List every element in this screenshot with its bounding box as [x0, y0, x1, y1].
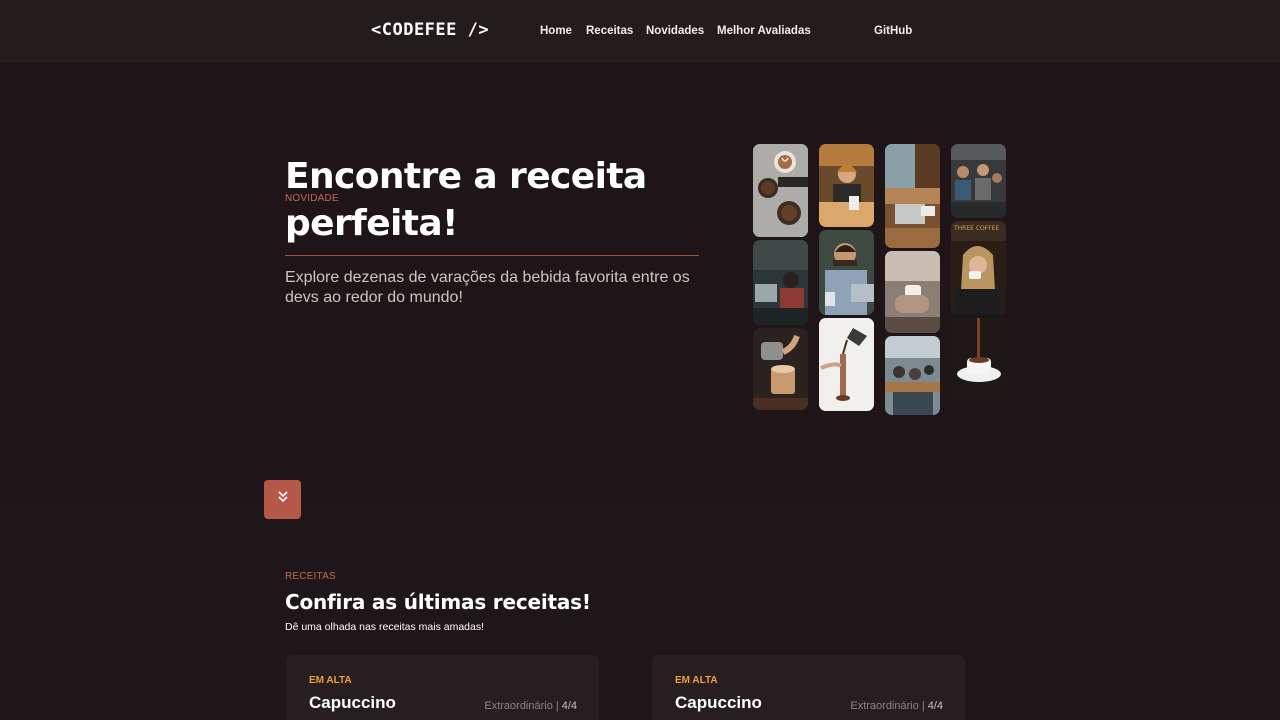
svg-text:THREE COFFEE: THREE COFFEE	[953, 225, 999, 232]
nav-top-rated-link[interactable]: Melhor Avaliadas	[717, 25, 811, 37]
photo-cafe-window-laptop	[885, 144, 940, 248]
nav-recipes-link[interactable]: Receitas	[586, 25, 633, 37]
photo-people-at-laptops	[753, 240, 808, 325]
photo-barista-pouring-milk	[753, 328, 808, 410]
recipes-eyebrow: RECEITAS	[285, 571, 336, 582]
recipe-rating: Extraordinário | 4/4	[484, 700, 577, 712]
rating-label: Extraordinário	[484, 700, 553, 712]
recipe-name: Capuccino	[675, 693, 762, 712]
nav-home-link[interactable]: Home	[540, 25, 572, 37]
photo-cup-being-poured	[951, 318, 1006, 401]
hero-subtitle: Explore dezenas de varações da bebida fa…	[285, 269, 690, 306]
recipe-name: Capuccino	[309, 693, 396, 712]
recipe-card[interactable]: EM ALTA Capuccino Extraordinário | 4/4	[652, 655, 965, 720]
photo-woman-drinking-coffee: THREE COFFEE	[951, 221, 1006, 315]
rating-separator: |	[921, 700, 925, 712]
recipes-title: Confira as últimas receitas!	[285, 590, 591, 614]
brand-logo[interactable]: <CODEFEE />	[371, 20, 489, 40]
rating-score: 4/4	[561, 700, 577, 712]
chevrons-down-icon	[277, 490, 289, 509]
trending-badge: EM ALTA	[309, 675, 352, 686]
photo-coffee-pour-over	[819, 318, 874, 411]
recipes-subtitle: Dê uma olhada nas receitas mais amadas!	[285, 621, 485, 633]
photo-coffee-shop-crowd	[951, 144, 1006, 218]
photo-man-with-coffee	[819, 230, 874, 315]
hero-title: Encontre a receita perfeita!	[285, 156, 647, 244]
photo-office-meeting	[885, 336, 940, 415]
nav-github-link[interactable]: GitHub	[874, 25, 912, 37]
photo-barista-woman	[819, 144, 874, 227]
rating-score: 4/4	[927, 700, 943, 712]
navbar: <CODEFEE /> Home Receitas Novidades Melh…	[0, 0, 1280, 63]
rating-separator: |	[555, 700, 559, 712]
photo-cup-in-hands	[885, 251, 940, 333]
rating-label: Extraordinário	[850, 700, 919, 712]
hero-divider	[285, 255, 699, 256]
recipe-card[interactable]: EM ALTA Capuccino Extraordinário | 4/4	[286, 655, 599, 720]
recipe-rating: Extraordinário | 4/4	[850, 700, 943, 712]
scroll-down-button[interactable]	[264, 480, 301, 519]
trending-badge: EM ALTA	[675, 675, 718, 686]
nav-news-link[interactable]: Novidades	[646, 25, 704, 37]
photo-latte-art-and-beans	[753, 144, 808, 237]
